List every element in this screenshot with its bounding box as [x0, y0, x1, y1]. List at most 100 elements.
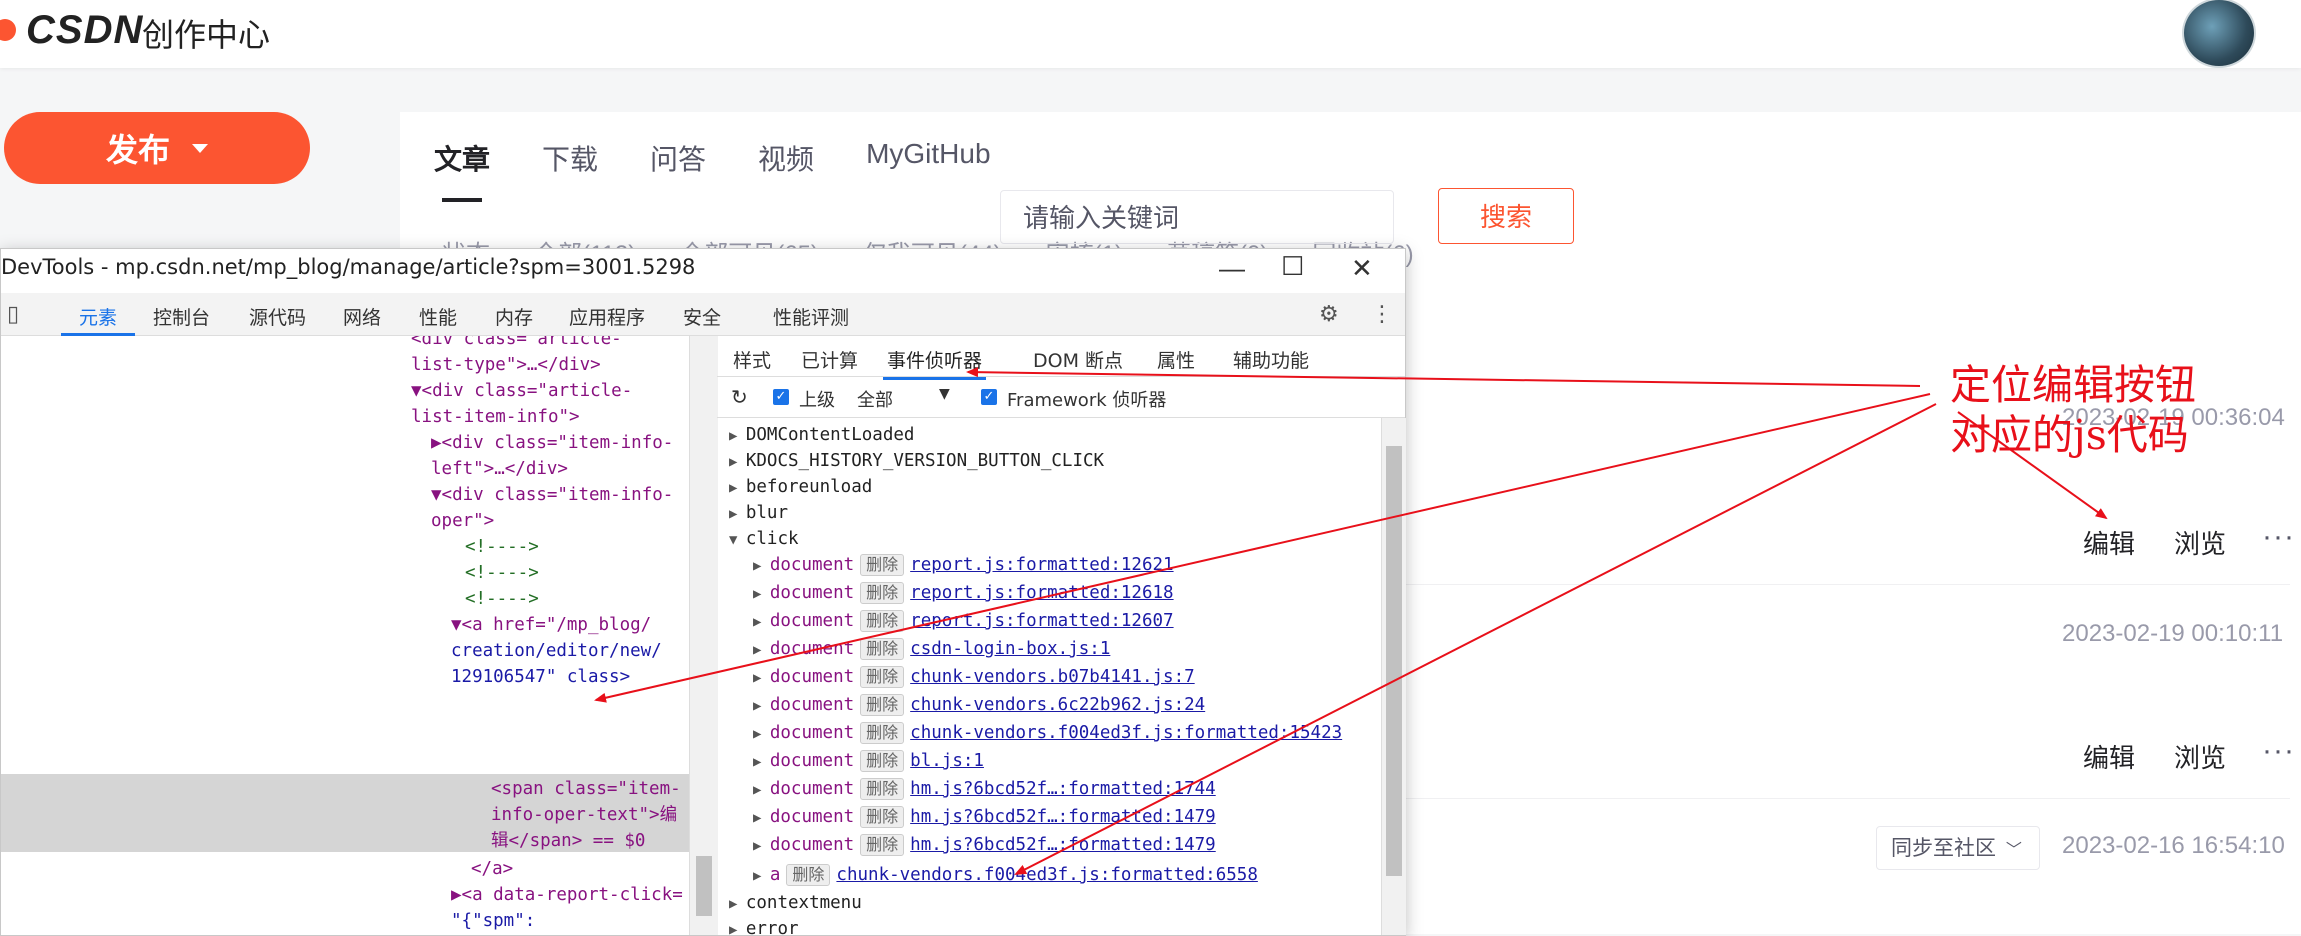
- more-vert-icon[interactable]: ⋮: [1371, 301, 1393, 327]
- maximize-icon[interactable]: ☐: [1281, 251, 1304, 282]
- article-date: 2023-02-16 16:54:10: [2062, 832, 2285, 859]
- tab-lighthouse[interactable]: 性能评测: [773, 303, 849, 330]
- sidebar-tabs: 样式 已计算 事件侦听器 DOM 断点 属性 辅助功能: [717, 336, 1405, 380]
- filter-select[interactable]: 全部: [857, 386, 893, 412]
- tab-sources[interactable]: 源代码: [249, 303, 306, 330]
- dom-line[interactable]: 129106547" class>: [451, 664, 630, 690]
- dom-line[interactable]: list-type">…</div>: [411, 352, 601, 378]
- listener-row[interactable]: ▶ document 删除 report.js:formatted:12607: [753, 608, 1174, 634]
- framework-label: Framework 侦听器: [1007, 390, 1167, 411]
- scroll-thumb[interactable]: [696, 856, 712, 916]
- avatar[interactable]: [2182, 0, 2256, 68]
- tab-properties[interactable]: 属性: [1157, 346, 1195, 373]
- event-group[interactable]: ▶ DOMContentLoaded: [729, 422, 914, 448]
- tab-mygithub[interactable]: MyGitHub: [866, 138, 990, 178]
- tab-article[interactable]: 文章: [434, 138, 490, 202]
- dom-line[interactable]: "{"spm":: [451, 908, 535, 934]
- listener-row[interactable]: ▶ a 删除 chunk-vendors.f004ed3f.js:formatted…: [753, 862, 1258, 888]
- event-group-click[interactable]: ▼ click: [729, 526, 799, 552]
- article-date: 2023-02-19 00:10:11: [2062, 620, 2284, 647]
- listener-row[interactable]: ▶ document 删除 hm.js?6bcd52f…:formatted:174…: [753, 776, 1216, 802]
- dom-line[interactable]: oper">: [431, 508, 494, 534]
- caret-down-icon: [192, 143, 208, 153]
- dom-line[interactable]: left">…</div>: [431, 456, 568, 482]
- tab-performance[interactable]: 性能: [419, 303, 457, 330]
- dom-line[interactable]: ▶<a data-report-click=: [451, 882, 683, 908]
- dom-line[interactable]: ▼<a href="/mp_blog/: [451, 612, 651, 638]
- tab-elements[interactable]: 元素: [60, 303, 136, 336]
- event-group[interactable]: ▶ KDOCS_HISTORY_VERSION_BUTTON_CLICK: [729, 448, 1104, 474]
- tab-security[interactable]: 安全: [683, 303, 721, 330]
- event-listener-list: ▶ DOMContentLoaded ▶ KDOCS_HISTORY_VERSI…: [717, 418, 1377, 935]
- tab-event-listeners[interactable]: 事件侦听器: [882, 346, 987, 380]
- csdn-logo[interactable]: CSDN: [0, 8, 143, 52]
- scroll-thumb[interactable]: [1386, 446, 1402, 876]
- dom-line[interactable]: list-item-info">: [411, 404, 580, 430]
- view-button[interactable]: 浏览: [2174, 524, 2226, 561]
- tab-video[interactable]: 视频: [758, 138, 814, 178]
- search-button[interactable]: 搜索: [1438, 188, 1574, 244]
- tab-console[interactable]: 控制台: [153, 303, 210, 330]
- tab-computed[interactable]: 已计算: [801, 346, 858, 373]
- refresh-icon[interactable]: ↻: [731, 385, 748, 409]
- listener-row[interactable]: ▶ document 删除 csdn-login-box.js:1: [753, 636, 1110, 662]
- listener-row[interactable]: ▶ document 删除 bl.js:1: [753, 748, 984, 774]
- dom-comment[interactable]: <!---->: [465, 560, 539, 586]
- dom-line[interactable]: </a>: [471, 856, 513, 882]
- selected-span-node[interactable]: <span class="item-: [491, 776, 681, 802]
- minimize-icon[interactable]: —: [1219, 253, 1245, 284]
- chevron-down-icon: ﹀: [2005, 842, 2022, 859]
- event-group[interactable]: ▶ blur: [729, 500, 788, 526]
- publish-button[interactable]: 发布: [4, 112, 310, 184]
- dom-line[interactable]: creation/editor/new/: [451, 638, 662, 664]
- listener-row[interactable]: ▶ document 删除 hm.js?6bcd52f…:formatted:147…: [753, 804, 1216, 830]
- tab-download[interactable]: 下载: [542, 138, 598, 178]
- page-title: 创作中心: [142, 17, 271, 53]
- sync-community-select[interactable]: 同步至社区 ﹀: [1876, 826, 2040, 870]
- elements-scrollbar[interactable]: [689, 336, 718, 935]
- selected-span-node[interactable]: info-oper-text">编: [491, 802, 677, 828]
- event-group[interactable]: ▶ error: [729, 916, 799, 935]
- listener-row[interactable]: ▶ document 删除 chunk-vendors.6c22b962.js:24: [753, 692, 1205, 718]
- edit-button[interactable]: 编辑: [2083, 524, 2135, 561]
- listener-scrollbar[interactable]: [1381, 418, 1406, 935]
- listener-row[interactable]: ▶ document 删除 chunk-vendors.f004ed3f.js:fo…: [753, 720, 1342, 746]
- dropdown-icon[interactable]: ▼: [939, 386, 950, 402]
- tab-qa[interactable]: 问答: [650, 138, 706, 178]
- device-toggle-icon[interactable]: ▯: [7, 301, 19, 327]
- dom-line[interactable]: ▼<div class="article-: [411, 378, 632, 404]
- event-group[interactable]: ▶ beforeunload: [729, 474, 872, 500]
- dom-line[interactable]: ▶<div class="item-info-: [431, 430, 673, 456]
- tab-accessibility[interactable]: 辅助功能: [1233, 346, 1309, 373]
- tab-network[interactable]: 网络: [343, 303, 381, 330]
- listener-row[interactable]: ▶ document 删除 hm.js?6bcd52f…:formatted:147…: [753, 832, 1216, 858]
- publish-label: 发布: [105, 132, 170, 168]
- framework-checkbox[interactable]: ✓: [981, 389, 997, 405]
- content-type-tabs: 文章 下载 问答 视频 MyGitHub: [434, 138, 1043, 202]
- listener-row[interactable]: ▶ document 删除 report.js:formatted:12621: [753, 552, 1174, 578]
- gear-icon[interactable]: ⚙: [1319, 301, 1339, 327]
- logo-text: CSDN: [26, 7, 144, 52]
- more-icon[interactable]: ···: [2262, 734, 2295, 768]
- tab-application[interactable]: 应用程序: [569, 303, 645, 330]
- listener-row[interactable]: ▶ document 删除 report.js:formatted:12618: [753, 580, 1174, 606]
- ancestors-label: 上级: [799, 390, 835, 411]
- devtools-window: DevTools - mp.csdn.net/mp_blog/manage/ar…: [0, 248, 1406, 936]
- dom-line[interactable]: <div class="article-: [411, 336, 622, 352]
- selected-span-node[interactable]: 辑</span> == $0: [491, 828, 645, 854]
- tab-dom-breakpoints[interactable]: DOM 断点: [1033, 346, 1123, 373]
- view-button[interactable]: 浏览: [2174, 738, 2226, 775]
- dom-line[interactable]: ▼<div class="item-info-: [431, 482, 673, 508]
- close-icon[interactable]: ✕: [1351, 253, 1373, 284]
- top-bar: CSDN 创作中心: [0, 0, 2301, 68]
- ancestors-checkbox[interactable]: ✓: [773, 389, 789, 405]
- dom-comment[interactable]: <!---->: [465, 586, 539, 612]
- edit-button[interactable]: 编辑: [2083, 738, 2135, 775]
- event-group[interactable]: ▶ contextmenu: [729, 890, 862, 916]
- tab-memory[interactable]: 内存: [495, 303, 533, 330]
- search-input[interactable]: 请输入关键词: [1000, 190, 1394, 244]
- tab-styles[interactable]: 样式: [733, 346, 771, 373]
- more-icon[interactable]: ···: [2262, 520, 2295, 554]
- listener-row[interactable]: ▶ document 删除 chunk-vendors.b07b4141.js:7: [753, 664, 1195, 690]
- dom-comment[interactable]: <!---->: [465, 534, 539, 560]
